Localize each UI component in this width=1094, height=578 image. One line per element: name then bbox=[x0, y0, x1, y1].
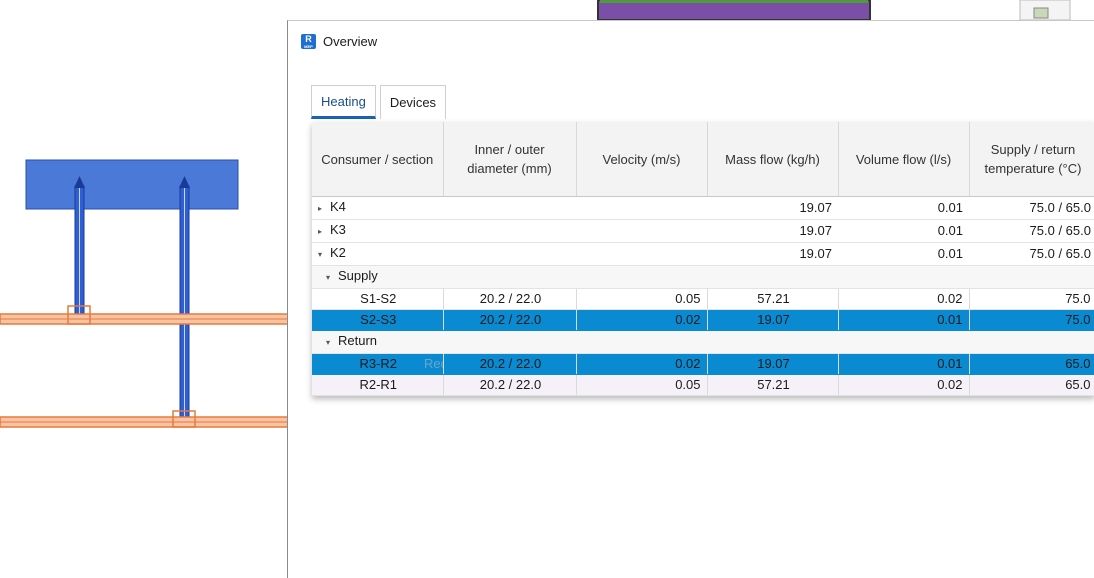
volume-cell: 0.01 bbox=[838, 219, 969, 243]
volume-cell: 0.02 bbox=[838, 288, 970, 310]
diameter-cell: 20.2 / 22.0 bbox=[443, 309, 577, 331]
section-cell: S2-S3 bbox=[312, 309, 444, 331]
expanded-arrow-icon[interactable]: ▾ bbox=[326, 268, 338, 288]
window-title: Overview bbox=[323, 33, 378, 49]
header-temperature[interactable]: Supply / return temperature (°C) bbox=[969, 122, 1094, 197]
title-bar: R MEP Overview bbox=[288, 21, 1094, 61]
mass-cell: 19.07 bbox=[707, 219, 838, 243]
table-row-r3-r2[interactable]: R3-R2Rectangular 20.2 / 22.0 0.02 19.07 … bbox=[312, 353, 1094, 375]
header-consumer[interactable]: Consumer / section bbox=[312, 122, 444, 197]
section-label: R3-R2 bbox=[359, 356, 398, 371]
velocity-cell: 0.05 bbox=[576, 288, 708, 310]
return-pipe bbox=[0, 410, 289, 428]
table-row-s1-s2[interactable]: S1-S2 20.2 / 22.0 0.05 57.21 0.02 75.0 bbox=[312, 288, 1094, 310]
subgroup-row-return[interactable]: ▾ Return bbox=[312, 330, 1094, 354]
diameter-cell: 20.2 / 22.0 bbox=[443, 353, 577, 375]
section-cell: R2-R1 bbox=[312, 374, 444, 396]
mass-cell: 19.07 bbox=[707, 196, 838, 220]
diameter-cell: 20.2 / 22.0 bbox=[443, 374, 577, 396]
group-row-k4[interactable]: ▸ K4 19.07 0.01 75.0 / 65.0 bbox=[312, 196, 1094, 220]
section-cell: R3-R2 Rectangular bbox=[312, 353, 444, 375]
header-mass-flow[interactable]: Mass flow (kg/h) bbox=[707, 122, 839, 197]
riser-right bbox=[179, 176, 190, 423]
subgroup-name: Supply bbox=[338, 268, 378, 283]
group-name: K3 bbox=[330, 222, 346, 237]
header-velocity[interactable]: Velocity (m/s) bbox=[576, 122, 708, 197]
drag-ghost-text: Rectangular bbox=[424, 356, 442, 371]
volume-cell: 0.01 bbox=[838, 353, 970, 375]
temp-cell: 75.0 bbox=[969, 288, 1094, 310]
results-grid: Consumer / section Inner / outer diamete… bbox=[312, 122, 1094, 396]
table-row-s2-s3[interactable]: S2-S3 20.2 / 22.0 0.02 19.07 0.01 75.0 bbox=[312, 309, 1094, 331]
section-cell: S1-S2 bbox=[312, 288, 444, 310]
header-volume-flow[interactable]: Volume flow (l/s) bbox=[838, 122, 970, 197]
subgroup-name: Return bbox=[338, 333, 378, 348]
temp-cell: 65.0 bbox=[969, 374, 1094, 396]
tab-bar: Heating Devices bbox=[311, 85, 450, 119]
tab-heating[interactable]: Heating bbox=[311, 85, 376, 119]
mass-cell: 19.07 bbox=[707, 353, 839, 375]
header-row: Consumer / section Inner / outer diamete… bbox=[312, 122, 1094, 197]
tab-devices[interactable]: Devices bbox=[379, 85, 447, 119]
temp-cell: 75.0 / 65.0 bbox=[969, 242, 1094, 266]
overview-window: R MEP Overview Heating Devices Consumer /… bbox=[287, 20, 1094, 578]
temp-cell: 75.0 / 65.0 bbox=[969, 219, 1094, 243]
velocity-cell: 0.05 bbox=[576, 374, 708, 396]
group-name: K2 bbox=[330, 245, 346, 260]
mass-cell: 19.07 bbox=[707, 309, 839, 331]
diameter-cell: 20.2 / 22.0 bbox=[443, 288, 577, 310]
table-row-r2-r1[interactable]: R2-R1 20.2 / 22.0 0.05 57.21 0.02 65.0 bbox=[312, 374, 1094, 396]
expanded-arrow-icon[interactable]: ▾ bbox=[318, 245, 330, 265]
velocity-cell: 0.02 bbox=[576, 353, 708, 375]
temp-cell: 65.0 bbox=[969, 353, 1094, 375]
mass-cell: 57.21 bbox=[707, 374, 839, 396]
results-table: Consumer / section Inner / outer diamete… bbox=[312, 122, 1094, 396]
temp-cell: 75.0 / 65.0 bbox=[969, 196, 1094, 220]
volume-cell: 0.01 bbox=[838, 309, 970, 331]
velocity-cell: 0.02 bbox=[576, 309, 708, 331]
volume-cell: 0.01 bbox=[838, 242, 969, 266]
app-icon: R MEP bbox=[301, 33, 316, 49]
group-row-k3[interactable]: ▸ K3 19.07 0.01 75.0 / 65.0 bbox=[312, 219, 1094, 243]
supply-pipe bbox=[0, 305, 289, 325]
expanded-arrow-icon[interactable]: ▾ bbox=[326, 333, 338, 353]
volume-cell: 0.01 bbox=[838, 196, 969, 220]
temp-cell: 75.0 bbox=[969, 309, 1094, 331]
group-row-k2[interactable]: ▾ K2 19.07 0.01 75.0 / 65.0 bbox=[312, 242, 1094, 266]
subgroup-row-supply[interactable]: ▾ Supply bbox=[312, 265, 1094, 289]
collapsed-arrow-icon[interactable]: ▸ bbox=[318, 222, 330, 242]
collapsed-arrow-icon[interactable]: ▸ bbox=[318, 199, 330, 219]
mass-cell: 19.07 bbox=[707, 242, 838, 266]
header-diameter[interactable]: Inner / outer diameter (mm) bbox=[443, 122, 577, 197]
group-name: K4 bbox=[330, 199, 346, 214]
mass-cell: 57.21 bbox=[707, 288, 839, 310]
volume-cell: 0.02 bbox=[838, 374, 970, 396]
riser-left bbox=[74, 176, 85, 321]
radiator bbox=[25, 159, 239, 210]
